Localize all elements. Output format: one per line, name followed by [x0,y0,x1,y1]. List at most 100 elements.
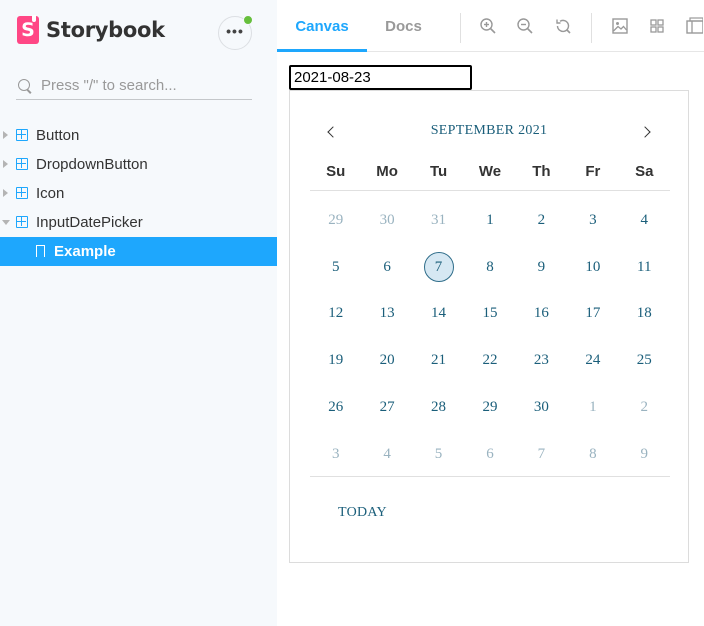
storybook-brand[interactable]: S Storybook [17,15,165,44]
zoom-in-icon[interactable] [479,17,497,35]
weekday-label: Sa [635,163,654,180]
toolbar: Canvas Docs [277,0,704,52]
calendar-day[interactable]: 12 [310,291,361,338]
storybook-logo-icon: S [17,15,39,44]
weekday-label: Su [326,163,346,180]
calendar-day[interactable]: 20 [361,337,412,384]
calendar-day[interactable]: 14 [413,291,464,338]
calendar-day[interactable]: 31 [413,197,464,244]
calendar-day[interactable]: 30 [361,197,412,244]
calendar-day[interactable]: 11 [619,244,670,291]
chevron-down-icon [2,220,10,225]
calendar-day[interactable]: 30 [516,384,567,431]
calendar-week: 3 4 5 6 7 8 9 [310,431,670,478]
sidebar-item-label: Button [36,127,80,144]
weekday-label: We [478,163,502,180]
sidebar-item-icon[interactable]: Icon [0,179,277,208]
calendar-day[interactable]: 9 [516,244,567,291]
sidebar-item-example[interactable]: Example [0,237,277,266]
calendar-day[interactable]: 22 [464,337,515,384]
main-panel: Canvas Docs SEPTEMBER 2021 Su [277,0,704,626]
weekday-label: Mo [376,163,398,180]
sidebar-item-label: DropdownButton [36,156,148,173]
weekday-label: Fr [585,163,601,180]
calendar-week: 12 13 14 15 16 17 18 [310,291,670,338]
calendar-day[interactable]: 7 [516,431,567,478]
calendar-day[interactable]: 15 [464,291,515,338]
sidebar-item-label: Example [54,243,116,260]
component-icon [16,187,28,199]
bookmark-icon [36,245,45,259]
calendar-day[interactable]: 27 [361,384,412,431]
chevron-right-icon[interactable] [640,125,654,139]
calendar-day[interactable]: 13 [361,291,412,338]
calendar-week: 26 27 28 29 30 1 2 [310,384,670,431]
date-input[interactable] [289,65,472,90]
calendar-day[interactable]: 29 [310,197,361,244]
component-icon [16,158,28,170]
sidebar-item-inputdatepicker[interactable]: InputDatePicker [0,208,277,237]
calendar-day[interactable]: 28 [413,384,464,431]
menu-button[interactable]: ••• [218,15,253,50]
calendar-day[interactable]: 17 [567,291,618,338]
toolbar-divider [591,13,592,43]
chevron-right-icon [3,131,8,139]
calendar-day[interactable]: 26 [310,384,361,431]
component-icon [16,129,28,141]
calendar-day[interactable]: 1 [464,197,515,244]
sidebar-item-dropdownbutton[interactable]: DropdownButton [0,150,277,179]
background-icon[interactable] [611,17,629,35]
calendar-day[interactable]: 25 [619,337,670,384]
chevron-right-icon [3,160,8,168]
calendar-day[interactable]: 4 [361,431,412,478]
calendar-day[interactable]: 5 [413,431,464,478]
toolbar-divider [460,13,461,43]
brand-name: Storybook [46,18,165,42]
tab-docs[interactable]: Docs [367,0,440,52]
calendar-day[interactable]: 1 [567,384,618,431]
calendar-day[interactable]: 3 [310,431,361,478]
calendar-week: 19 20 21 22 23 24 25 [310,337,670,384]
weekday-header: Su Mo Tu We Th Fr Sa [310,163,670,191]
chevron-right-icon [3,189,8,197]
story-tree: Button DropdownButton Icon InputDatePick… [0,121,277,266]
calendar-day[interactable]: 10 [567,244,618,291]
calendar-day[interactable]: 18 [619,291,670,338]
calendar-day[interactable]: 19 [310,337,361,384]
calendar-day[interactable]: 29 [464,384,515,431]
search-bar[interactable] [16,72,252,100]
calendar-day-selected[interactable]: 7 [413,244,464,291]
zoom-out-icon[interactable] [516,17,534,35]
calendar-day[interactable]: 2 [516,197,567,244]
search-input[interactable] [41,77,241,94]
calendar-day[interactable]: 8 [464,244,515,291]
search-icon [17,77,35,95]
grid-icon[interactable] [648,17,666,35]
ellipsis-icon: ••• [226,23,244,39]
calendar-day[interactable]: 4 [619,197,670,244]
calendar-day[interactable]: 9 [619,431,670,478]
calendar-header: SEPTEMBER 2021 [290,121,688,143]
calendar-grid: 29 30 31 1 2 3 4 5 6 7 8 9 10 11 12 13 1… [310,197,670,478]
calendar-day[interactable]: 16 [516,291,567,338]
calendar-day[interactable]: 23 [516,337,567,384]
calendar-day[interactable]: 6 [361,244,412,291]
tab-canvas[interactable]: Canvas [277,0,367,52]
calendar-day[interactable]: 8 [567,431,618,478]
sidebar: S Storybook ••• Button DropdownButton Ic… [0,0,277,626]
component-icon [16,216,28,228]
month-label[interactable]: SEPTEMBER 2021 [290,123,688,139]
calendar-day[interactable]: 2 [619,384,670,431]
calendar-day[interactable]: 5 [310,244,361,291]
viewport-icon[interactable] [685,17,703,35]
sidebar-item-button[interactable]: Button [0,121,277,150]
calendar-week: 5 6 7 8 9 10 11 [310,244,670,291]
sidebar-item-label: InputDatePicker [36,214,143,231]
zoom-reset-icon[interactable] [554,17,572,35]
notification-dot [243,15,253,25]
calendar-day[interactable]: 6 [464,431,515,478]
calendar-day[interactable]: 24 [567,337,618,384]
today-button[interactable]: TODAY [338,505,387,521]
calendar-day[interactable]: 21 [413,337,464,384]
calendar-day[interactable]: 3 [567,197,618,244]
